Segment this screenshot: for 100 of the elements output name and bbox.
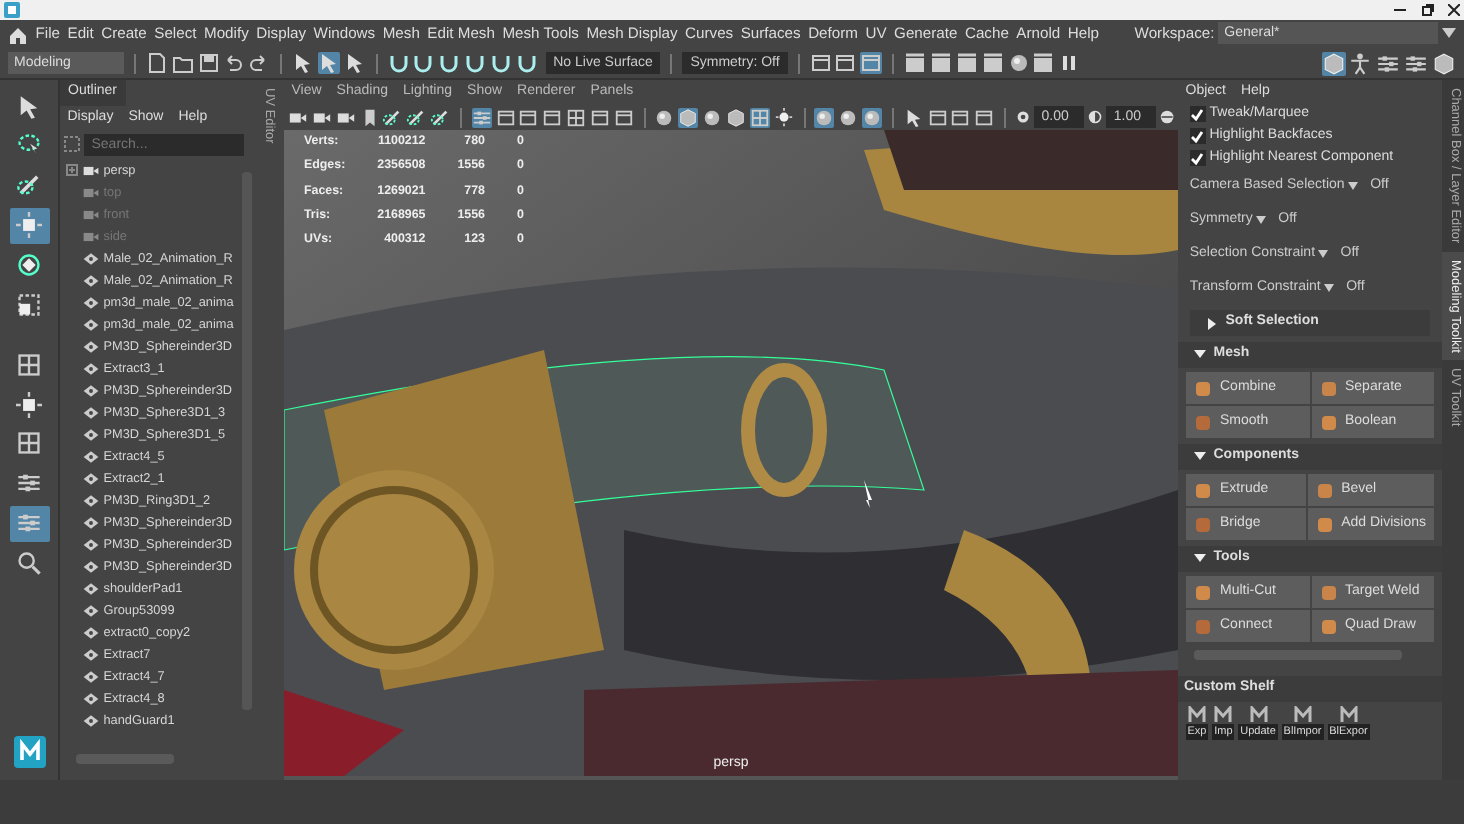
mesh-icon[interactable]: [81, 447, 100, 466]
window-icon[interactable]: [974, 107, 995, 127]
magnet-icon[interactable]: [515, 52, 538, 74]
checkbox[interactable]: [1189, 106, 1206, 122]
cube-icon[interactable]: [1321, 51, 1345, 75]
window-icon[interactable]: [950, 107, 971, 127]
dropdown-arrow-icon[interactable]: [1442, 28, 1456, 39]
mesh-icon[interactable]: [81, 359, 100, 378]
grid-icon[interactable]: [16, 351, 42, 378]
cursor-icon[interactable]: [317, 52, 340, 74]
brush-icon[interactable]: [430, 107, 451, 127]
sliders-icon[interactable]: [16, 510, 42, 537]
folder-icon[interactable]: [171, 52, 194, 74]
save-icon[interactable]: [197, 52, 219, 74]
search-icon[interactable]: [16, 550, 42, 576]
magnet-icon[interactable]: [490, 52, 512, 74]
camera-icon[interactable]: [81, 161, 100, 180]
clapper-icon[interactable]: [904, 52, 927, 74]
checkbox[interactable]: [1189, 128, 1206, 144]
dropdown-arrow-icon[interactable]: [1348, 182, 1359, 190]
grid-icon[interactable]: [566, 107, 587, 127]
mesh-icon[interactable]: [81, 425, 100, 444]
minimize-icon[interactable]: [1394, 4, 1407, 16]
brush-icon[interactable]: [382, 107, 403, 127]
clapper-icon[interactable]: [955, 52, 978, 74]
window-icon[interactable]: [809, 52, 832, 74]
expand-icon[interactable]: [66, 164, 78, 177]
clapper-icon[interactable]: [1032, 52, 1055, 74]
person-icon[interactable]: [1348, 51, 1373, 75]
app-logo-icon[interactable]: [13, 736, 45, 768]
window-icon[interactable]: [927, 107, 947, 127]
home-icon[interactable]: [8, 25, 28, 43]
window-icon[interactable]: [495, 107, 516, 127]
cursor-icon[interactable]: [16, 93, 42, 119]
magnet-icon[interactable]: [464, 52, 487, 74]
dropdown-arrow-icon[interactable]: [1256, 216, 1267, 224]
collapse-arrow-icon[interactable]: [1194, 553, 1206, 565]
sliders-icon[interactable]: [1404, 51, 1429, 75]
dropdown-arrow-icon[interactable]: [1318, 250, 1329, 258]
checkbox[interactable]: [1189, 150, 1206, 166]
sliders-icon[interactable]: [1376, 51, 1401, 75]
collapse-arrow-icon[interactable]: [1194, 451, 1206, 463]
sphere-icon[interactable]: [838, 107, 859, 127]
shelf-tool-icon[interactable]: [1293, 705, 1312, 724]
mesh-icon[interactable]: [81, 711, 100, 730]
sphere-icon[interactable]: [702, 107, 723, 127]
exposure-icon[interactable]: [1015, 108, 1030, 126]
clapper-icon[interactable]: [981, 52, 1004, 74]
sliders-icon[interactable]: [471, 107, 492, 127]
grid-icon[interactable]: [16, 430, 42, 457]
sphere-icon[interactable]: [1007, 52, 1030, 74]
mesh-icon[interactable]: [81, 689, 100, 708]
mesh-icon[interactable]: [81, 315, 100, 334]
mesh-icon[interactable]: [81, 557, 100, 576]
pause-icon[interactable]: [1058, 52, 1081, 74]
window-icon[interactable]: [590, 107, 611, 127]
mesh-icon[interactable]: [81, 645, 100, 664]
camera-icon[interactable]: [311, 107, 332, 127]
scale-icon[interactable]: [16, 291, 42, 318]
cursor-icon[interactable]: [343, 52, 366, 74]
filter-icon[interactable]: [63, 136, 80, 153]
sphere-icon[interactable]: [1160, 108, 1175, 126]
shelf-tool-icon[interactable]: [1339, 705, 1358, 724]
mesh-icon[interactable]: [81, 513, 100, 532]
magnet-icon[interactable]: [438, 52, 461, 74]
mesh-icon[interactable]: [81, 381, 100, 400]
mesh-icon[interactable]: [81, 271, 100, 290]
mesh-icon[interactable]: [81, 293, 100, 312]
light-icon[interactable]: [773, 107, 794, 127]
brush-icon[interactable]: [16, 172, 42, 199]
mesh-icon[interactable]: [81, 337, 100, 356]
restore-icon[interactable]: [1421, 4, 1434, 16]
sliders-icon[interactable]: [16, 470, 42, 497]
collapse-arrow-icon[interactable]: [1194, 349, 1206, 361]
window-icon[interactable]: [518, 107, 539, 127]
mesh-icon[interactable]: [81, 491, 100, 510]
window-icon[interactable]: [834, 52, 857, 74]
mesh-icon[interactable]: [81, 249, 100, 268]
mesh-icon[interactable]: [81, 601, 100, 620]
camera-icon[interactable]: [335, 107, 356, 127]
window-icon[interactable]: [542, 107, 563, 127]
redo-icon[interactable]: [248, 52, 271, 74]
magnet-icon[interactable]: [387, 52, 409, 74]
mesh-icon[interactable]: [81, 667, 100, 686]
file-icon[interactable]: [145, 52, 168, 74]
cursor-icon[interactable]: [292, 52, 314, 74]
clapper-icon[interactable]: [929, 52, 952, 74]
mesh-icon[interactable]: [81, 469, 100, 488]
undo-icon[interactable]: [222, 52, 245, 74]
dropdown-arrow-icon[interactable]: [1324, 284, 1335, 292]
mesh-icon[interactable]: [81, 623, 100, 642]
rotate-icon[interactable]: [16, 252, 42, 278]
window-icon[interactable]: [613, 107, 634, 127]
mesh-icon[interactable]: [81, 403, 100, 422]
close-icon[interactable]: [1448, 4, 1461, 16]
expand-arrow-icon[interactable]: [1206, 317, 1218, 329]
magnet-icon[interactable]: [412, 52, 435, 74]
camera-icon[interactable]: [287, 107, 308, 127]
sphere-icon[interactable]: [654, 107, 675, 127]
mesh-icon[interactable]: [81, 579, 100, 598]
